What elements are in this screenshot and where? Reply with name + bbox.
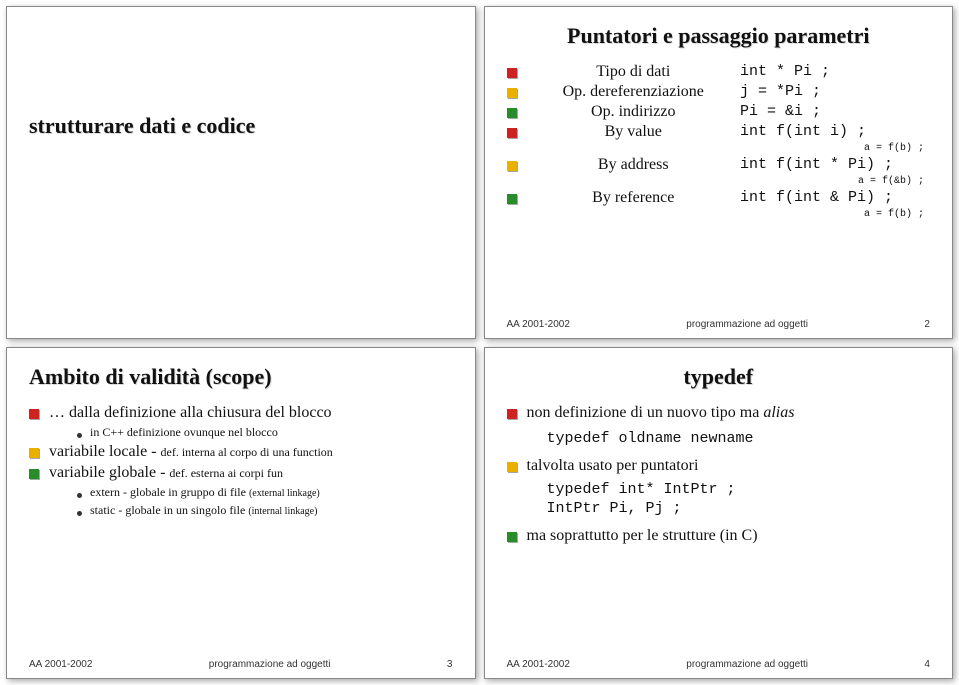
item-label: By reference [592,189,674,207]
slide-footer: AA 2001-2002 programmazione ad oggetti 3 [29,659,453,670]
item-text: variabile globale - def. esterna ai corp… [49,464,283,482]
slide-title: strutturare dati e codice [29,113,453,139]
footer-left: AA 2001-2002 [507,659,570,670]
list-item: By reference int f(int & Pi) ; [507,189,931,207]
item-code: int f(int i) ; [740,123,930,140]
list-item: … dalla definizione alla chiusura del bl… [29,404,453,422]
footer-page: 2 [924,319,930,330]
list-item: By address int f(int * Pi) ; [507,156,931,174]
slide-title: typedef [507,364,931,390]
dot-icon [77,511,82,516]
code-line: typedef oldname newname [547,430,931,447]
item-emph: alias [763,404,794,421]
item-text: … dalla definizione alla chiusura del bl… [49,404,332,422]
item-prefix: variabile locale - [49,443,161,460]
item-text: static - globale in un singolo file (int… [90,503,317,518]
footer-center: programmazione ad oggetti [209,659,331,670]
item-label: Op. dereferenziazione [563,83,704,101]
item-text: ma soprattutto per le strutture (in C) [527,527,758,545]
bullet-icon [507,194,517,204]
footer-page: 3 [447,659,453,670]
dot-icon [77,433,82,438]
bullet-icon [507,128,517,138]
slide-3: Ambito di validità (scope) … dalla defin… [6,347,476,680]
item-prefix: non definizione di un nuovo tipo ma [527,404,764,421]
bullet-icon [29,409,39,419]
item-after: a = f(b) ; [507,143,931,154]
item-suffix: def. esterna ai corpi fun [169,466,283,480]
code-line: IntPtr Pi, Pj ; [547,500,931,517]
item-text: in C++ definizione ovunque nel blocco [90,425,278,440]
item-text: non definizione di un nuovo tipo ma alia… [527,404,795,422]
bullet-icon [507,88,517,98]
code-line: typedef int* IntPtr ; [547,481,931,498]
item-label: Op. indirizzo [591,103,675,121]
item-code: int * Pi ; [740,63,930,80]
item-code: int f(int * Pi) ; [740,156,930,173]
bullet-icon [507,161,517,171]
item-code: Pi = &i ; [740,103,930,120]
slide-title: Puntatori e passaggio parametri [507,23,931,49]
dot-icon [77,493,82,498]
bullet-icon [507,409,517,419]
item-text: talvolta usato per puntatori [527,457,699,475]
footer-left: AA 2001-2002 [29,659,92,670]
list-subitem: in C++ definizione ovunque nel blocco [53,425,453,440]
bullet-icon [507,108,517,118]
item-label: Tipo di dati [596,63,670,81]
bullet-icon [507,532,517,542]
bullet-icon [507,68,517,78]
slide-1: strutturare dati e codice [6,6,476,339]
item-suffix: def. interna al corpo di una function [161,445,333,459]
list-item: Tipo di dati int * Pi ; [507,63,931,81]
item-text: variabile locale - def. interna al corpo… [49,443,333,461]
list-item: ma soprattutto per le strutture (in C) [507,527,931,545]
slide-footer: AA 2001-2002 programmazione ad oggetti 4 [507,659,931,670]
item-code: int f(int & Pi) ; [740,189,930,206]
param-list: Tipo di dati int * Pi ; Op. dereferenzia… [507,63,931,220]
list-item: talvolta usato per puntatori [507,457,931,475]
footer-center: programmazione ad oggetti [686,659,808,670]
slide-footer: AA 2001-2002 programmazione ad oggetti 2 [507,319,931,330]
bullet-icon [507,462,517,472]
slide-title: Ambito di validità (scope) [29,364,453,390]
list-item: non definizione di un nuovo tipo ma alia… [507,404,931,422]
item-code: j = *Pi ; [740,83,930,100]
footer-page: 4 [924,659,930,670]
slide-2: Puntatori e passaggio parametri Tipo di … [484,6,954,339]
list-subitem: static - globale in un singolo file (int… [53,503,453,518]
footer-left: AA 2001-2002 [507,319,570,330]
item-label: By value [605,123,662,141]
list-item: variabile globale - def. esterna ai corp… [29,464,453,482]
slide-4: typedef non definizione di un nuovo tipo… [484,347,954,680]
list-item: variabile locale - def. interna al corpo… [29,443,453,461]
item-text: extern - globale in gruppo di file (exte… [90,485,320,500]
bullet-icon [29,448,39,458]
list-item: By value int f(int i) ; [507,123,931,141]
list-item: Op. dereferenziazione j = *Pi ; [507,83,931,101]
item-after: a = f(&b) ; [507,176,931,187]
item-label: By address [598,156,669,174]
footer-center: programmazione ad oggetti [686,319,808,330]
item-after: a = f(b) ; [507,209,931,220]
list-item: Op. indirizzo Pi = &i ; [507,103,931,121]
list-subitem: extern - globale in gruppo di file (exte… [53,485,453,500]
item-prefix: variabile globale - [49,464,169,481]
bullet-icon [29,469,39,479]
